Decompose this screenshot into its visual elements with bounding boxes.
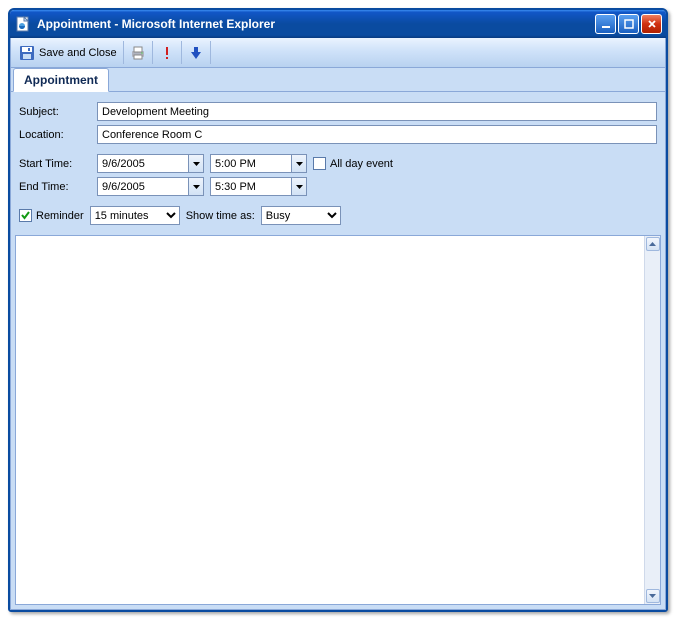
save-and-close-label: Save and Close bbox=[39, 47, 117, 59]
ie-page-icon bbox=[16, 16, 32, 32]
end-time-input[interactable] bbox=[211, 178, 291, 195]
location-input[interactable] bbox=[97, 125, 657, 144]
chevron-down-icon[interactable] bbox=[291, 155, 306, 172]
reminder-select[interactable]: 15 minutes bbox=[90, 206, 180, 225]
high-importance-button[interactable] bbox=[153, 41, 182, 64]
subject-label: Subject: bbox=[19, 106, 91, 118]
reminder-label: Reminder bbox=[36, 210, 84, 222]
show-time-as-label: Show time as: bbox=[186, 210, 255, 222]
printer-icon bbox=[130, 45, 146, 61]
reminder-checkbox[interactable] bbox=[19, 209, 32, 222]
save-and-close-button[interactable]: Save and Close bbox=[13, 41, 124, 64]
start-time-combo[interactable] bbox=[210, 154, 307, 173]
all-day-label: All day event bbox=[330, 158, 393, 170]
minimize-button[interactable] bbox=[595, 14, 616, 34]
all-day-checkbox-group[interactable]: All day event bbox=[313, 157, 393, 170]
notes-textarea[interactable] bbox=[16, 236, 644, 604]
down-arrow-icon bbox=[188, 45, 204, 61]
print-button[interactable] bbox=[124, 41, 153, 64]
maximize-button[interactable] bbox=[618, 14, 639, 34]
tab-strip: Appointment bbox=[11, 68, 665, 92]
scroll-track[interactable] bbox=[645, 252, 660, 588]
appointment-form: Subject: Location: Start Time: bbox=[11, 92, 665, 235]
start-time-row: Start Time: All day event bbox=[19, 154, 657, 173]
chevron-down-icon[interactable] bbox=[291, 178, 306, 195]
reminder-row: Reminder 15 minutes Show time as: Busy bbox=[19, 206, 657, 225]
app-window: Appointment - Microsoft Internet Explore… bbox=[8, 8, 668, 612]
location-row: Location: bbox=[19, 125, 657, 144]
chevron-down-icon[interactable] bbox=[188, 155, 203, 172]
toolbar: Save and Close bbox=[11, 38, 665, 68]
start-time-input[interactable] bbox=[211, 155, 291, 172]
save-icon bbox=[19, 45, 35, 61]
show-time-as-select[interactable]: Busy bbox=[261, 206, 341, 225]
chevron-down-icon[interactable] bbox=[188, 178, 203, 195]
start-date-combo[interactable] bbox=[97, 154, 204, 173]
low-importance-button[interactable] bbox=[182, 41, 210, 64]
all-day-checkbox[interactable] bbox=[313, 157, 326, 170]
exclamation-icon bbox=[159, 45, 175, 61]
scroll-up-button[interactable] bbox=[646, 237, 660, 251]
window-title: Appointment - Microsoft Internet Explore… bbox=[37, 17, 595, 31]
subject-row: Subject: bbox=[19, 102, 657, 121]
reminder-checkbox-group[interactable]: Reminder bbox=[19, 209, 84, 222]
client-area: Save and Close Appointment bbox=[10, 38, 666, 610]
end-time-row: End Time: bbox=[19, 177, 657, 196]
end-date-input[interactable] bbox=[98, 178, 188, 195]
location-label: Location: bbox=[19, 129, 91, 141]
end-time-combo[interactable] bbox=[210, 177, 307, 196]
start-time-label: Start Time: bbox=[19, 158, 91, 170]
tab-label: Appointment bbox=[24, 73, 98, 87]
subject-input[interactable] bbox=[97, 102, 657, 121]
window-controls bbox=[595, 14, 662, 34]
scroll-down-button[interactable] bbox=[646, 589, 660, 603]
notes-area bbox=[15, 235, 661, 605]
close-button[interactable] bbox=[641, 14, 662, 34]
tab-appointment[interactable]: Appointment bbox=[13, 68, 109, 92]
toolbar-spacer bbox=[210, 41, 663, 64]
vertical-scrollbar[interactable] bbox=[644, 236, 660, 604]
titlebar: Appointment - Microsoft Internet Explore… bbox=[10, 10, 666, 38]
end-time-label: End Time: bbox=[19, 181, 91, 193]
end-date-combo[interactable] bbox=[97, 177, 204, 196]
start-date-input[interactable] bbox=[98, 155, 188, 172]
